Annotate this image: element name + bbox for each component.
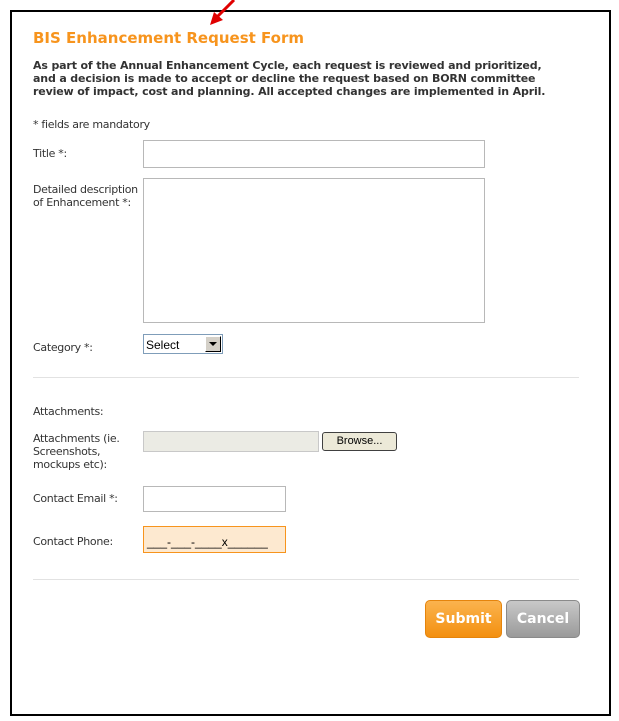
description-label: Detailed description of Enhancement *:	[33, 183, 138, 209]
category-select[interactable]: Select	[143, 334, 223, 354]
description-textarea[interactable]	[143, 178, 485, 323]
mandatory-note: * fields are mandatory	[33, 118, 150, 131]
attachments-label-line: Screenshots,	[33, 445, 101, 458]
attachments-label: Attachments (ie. Screenshots, mockups et…	[33, 432, 120, 471]
intro-line: As part of the Annual Enhancement Cycle,…	[33, 59, 542, 72]
divider	[33, 377, 579, 378]
phone-input[interactable]: ___-___-____x______	[143, 526, 286, 553]
chevron-down-icon[interactable]	[205, 336, 221, 352]
cancel-button[interactable]: Cancel	[506, 600, 580, 638]
title-label: Title *:	[33, 147, 67, 160]
description-label-line: Detailed description	[33, 183, 138, 196]
title-input[interactable]	[143, 140, 485, 168]
attachments-label-line: mockups etc):	[33, 458, 107, 471]
category-selected-value: Select	[146, 338, 180, 352]
browse-button[interactable]: Browse...	[322, 432, 397, 451]
attachment-path-field[interactable]	[143, 431, 319, 452]
email-label: Contact Email *:	[33, 492, 118, 505]
divider	[33, 579, 579, 580]
submit-button[interactable]: Submit	[425, 600, 502, 638]
intro-line: and a decision is made to accept or decl…	[33, 72, 536, 85]
attachments-heading: Attachments:	[33, 405, 104, 418]
description-label-line: of Enhancement *:	[33, 196, 131, 209]
phone-label: Contact Phone:	[33, 535, 113, 548]
attachments-label-line: Attachments (ie.	[33, 432, 120, 445]
intro-text: As part of the Annual Enhancement Cycle,…	[33, 59, 588, 98]
email-input[interactable]	[143, 486, 286, 512]
form-title: BIS Enhancement Request Form	[33, 29, 304, 47]
intro-line: review of impact, cost and planning. All…	[33, 85, 546, 98]
category-label: Category *:	[33, 341, 93, 354]
